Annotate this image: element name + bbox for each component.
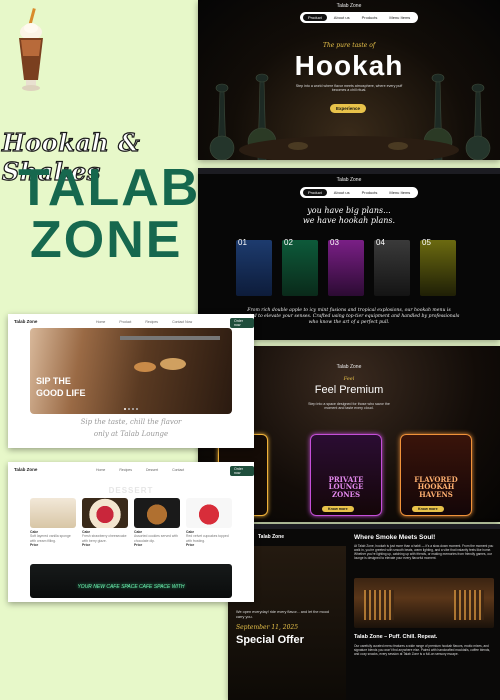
browser-bar xyxy=(228,524,500,529)
dessert-screenshot: Talab Zone Home Recipes Dessert Contact … xyxy=(8,462,254,602)
dessert-image-4[interactable] xyxy=(186,498,232,528)
flavors-heading-1: you have big plans... xyxy=(307,206,391,215)
flavor-card-3[interactable] xyxy=(328,240,364,296)
know-more-button[interactable]: Know more xyxy=(412,506,444,512)
order-now-button[interactable]: Order now xyxy=(230,318,254,328)
dessert-image-1[interactable] xyxy=(30,498,76,528)
nav-item-menu[interactable]: Menu Items xyxy=(384,189,415,196)
site-name: Talab Zone xyxy=(336,3,362,9)
site-name: Talab Zone xyxy=(14,467,38,472)
nav-item-products[interactable]: Products xyxy=(357,189,383,196)
nav-item-about[interactable]: About us xyxy=(329,189,355,196)
cafe-script-1: Sip the taste, chill the flavor xyxy=(80,418,182,426)
milkshake-icon xyxy=(14,8,48,94)
flavor-number-3: 03 xyxy=(330,238,339,247)
private-lounge-title: PRIVATE LOUNGE ZONES xyxy=(328,475,364,499)
brand-title-line2: ZONE xyxy=(30,211,183,269)
cafe-hero-text-2: GOOD LIFE xyxy=(36,388,86,398)
dessert-item-2: Cake Fresh strawberry cheesecake with be… xyxy=(82,530,128,548)
order-now-button[interactable]: Order now xyxy=(230,466,254,476)
dessert-price: Price xyxy=(30,543,39,548)
flavor-number-2: 02 xyxy=(284,238,293,247)
dessert-image-2[interactable] xyxy=(82,498,128,528)
nav-item-about[interactable]: About us xyxy=(329,14,355,21)
flavor-number-5: 05 xyxy=(422,238,431,247)
lounge-photo xyxy=(354,578,494,628)
site-name: Talab Zone xyxy=(14,319,38,324)
site-name: Talab Zone xyxy=(258,534,285,540)
dessert-desc: Assorted cookies served with chocolate d… xyxy=(134,534,178,543)
flavor-card-5[interactable] xyxy=(420,240,456,296)
browser-bar xyxy=(198,168,500,174)
flavor-card-4[interactable] xyxy=(374,240,410,296)
about-tag-heading: Talab Zone – Puff. Chill. Repeat. xyxy=(354,634,438,640)
dessert-item-1: Cake Soft layered vanilla sponge with cr… xyxy=(30,530,76,548)
know-more-button[interactable]: Know more xyxy=(322,506,354,512)
dessert-desc: Fresh strawberry cheesecake with berry g… xyxy=(82,534,127,543)
hero-heading: Hookah xyxy=(294,50,404,81)
hero-description: Step into a world where flavor meets atm… xyxy=(295,84,403,93)
dessert-section-title: DESSERT xyxy=(108,486,154,495)
nav-contact[interactable]: Contact Now xyxy=(172,320,192,324)
dessert-item-4: Cake Red velvet cupcakes topped with fro… xyxy=(186,530,232,548)
dessert-price: Price xyxy=(134,543,143,548)
dessert-desc: Soft layered vanilla sponge with cream f… xyxy=(30,534,71,543)
about-tag-body: Our carefully curated menu features a wi… xyxy=(354,644,491,656)
dessert-nav: Home Recipes Dessert Contact xyxy=(96,468,184,472)
nav-recipes[interactable]: Recipes xyxy=(145,320,158,324)
nav-home[interactable]: Home xyxy=(96,320,105,324)
flavors-heading-2: we have hookah plans. xyxy=(302,216,396,225)
dessert-item-3: Cake Assorted cookies served with chocol… xyxy=(134,530,180,548)
premium-subheading: Step into a space designed for those who… xyxy=(308,402,390,411)
cafe-hero-image xyxy=(30,328,232,414)
nav-item-menu[interactable]: Menu Items xyxy=(384,14,415,21)
experience-button[interactable]: Experience xyxy=(330,104,367,113)
offer-heading: Special Offer xyxy=(236,634,304,646)
nav-item-product[interactable]: Product xyxy=(303,189,327,196)
cafe-screenshot: Talab Zone Home Product Recipes Contact … xyxy=(8,314,254,448)
carousel-dots[interactable] xyxy=(124,408,138,410)
nav-product[interactable]: Product xyxy=(119,320,131,324)
flavor-number-1: 01 xyxy=(238,238,247,247)
nav-recipes[interactable]: Recipes xyxy=(119,468,132,472)
neon-banner-text: YOUR NEW CAFE SPACE CAFE SPACE WITH xyxy=(77,584,185,590)
flavor-number-4: 04 xyxy=(376,238,385,247)
brand-title-line1: TALAB xyxy=(18,159,201,217)
dessert-price: Price xyxy=(82,543,91,548)
hero-script-heading: The pure taste of xyxy=(322,42,376,49)
about-heading: Where Smoke Meets Soul! xyxy=(354,534,436,541)
flavored-havens-title: FLAVORED HOOKAH HAVENS xyxy=(414,475,458,499)
cafe-hero-text-1: SIP THE xyxy=(36,376,71,386)
cafe-script-2: only at Talab Lounge xyxy=(93,430,169,438)
hero-screenshot: Talab Zone Product About us Products Men… xyxy=(198,0,500,160)
about-body: At Talab Zone, hookah is just more than … xyxy=(354,544,494,560)
nav-home[interactable]: Home xyxy=(96,468,105,472)
offer-date: September 11, 2025 xyxy=(236,624,299,631)
nav-contact[interactable]: Contact xyxy=(172,468,184,472)
flavor-card-2[interactable] xyxy=(282,240,318,296)
site-name: Talab Zone xyxy=(336,177,362,183)
hero-nav: Product About us Products Menu Items xyxy=(300,12,419,23)
nav-item-products[interactable]: Products xyxy=(357,14,383,21)
about-screenshot: Talab Zone We open everyday! ride every … xyxy=(228,524,500,700)
flavors-paragraph: From rich double apple to icy mint fusio… xyxy=(238,308,460,325)
flavor-card-1[interactable] xyxy=(236,240,272,296)
offer-caption: We open everyday! ride every flavor... a… xyxy=(236,610,330,619)
dessert-price: Price xyxy=(186,543,195,548)
nav-dessert[interactable]: Dessert xyxy=(146,468,158,472)
dessert-image-3[interactable] xyxy=(134,498,180,528)
nav-item-product[interactable]: Product xyxy=(303,14,327,21)
neon-banner: YOUR NEW CAFE SPACE CAFE SPACE WITH xyxy=(30,564,232,598)
dessert-desc: Red velvet cupcakes topped with frosting… xyxy=(186,534,229,543)
flavors-nav: Product About us Products Menu Items xyxy=(300,187,419,198)
cafe-nav: Home Product Recipes Contact Now xyxy=(96,320,192,324)
